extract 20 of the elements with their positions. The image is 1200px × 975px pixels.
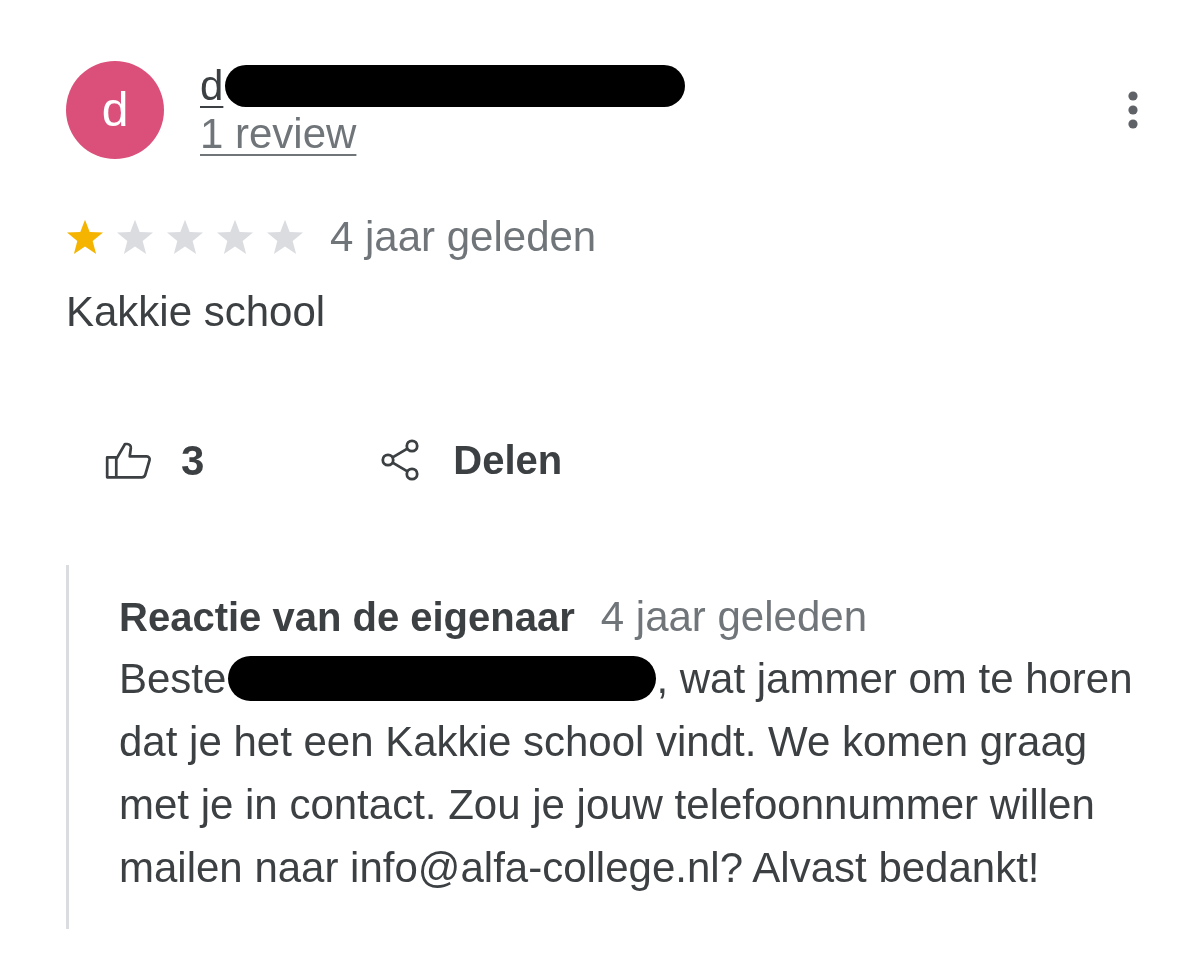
review-count-link[interactable]: 1 review: [200, 110, 357, 158]
review-time: 4 jaar geleden: [330, 213, 597, 261]
empty-star-icon: [216, 219, 254, 255]
owner-reply-text: , wat jammer om te horen: [656, 654, 1133, 704]
empty-star-icon: [116, 219, 154, 255]
empty-star-icon: [266, 219, 304, 255]
review-text: Kakkie school: [66, 288, 327, 336]
salutation-text: Beste: [119, 654, 227, 704]
owner-reply-text: dat je het een Kakkie school vindt. We komen graag met je in contact. Zou je jouw telefoonnummer willen mailen naar info@alfa-college.nl? Alvast bedankt!: [119, 717, 1096, 893]
more-options-icon[interactable]: [1128, 91, 1138, 129]
owner-reply-time: 4 jaar geleden: [600, 593, 867, 641]
thumbs-up-icon: [105, 440, 153, 480]
share-button[interactable]: Delen: [375, 432, 568, 488]
like-button[interactable]: 3: [100, 432, 210, 488]
filled-star-icon: [66, 219, 104, 255]
reviewer-name-link[interactable]: d: [200, 62, 224, 110]
empty-star-icon: [166, 219, 204, 255]
avatar: d: [66, 61, 164, 159]
owner-reply-title: Reactie van de eigenaar: [119, 594, 575, 641]
share-icon: [380, 439, 421, 481]
